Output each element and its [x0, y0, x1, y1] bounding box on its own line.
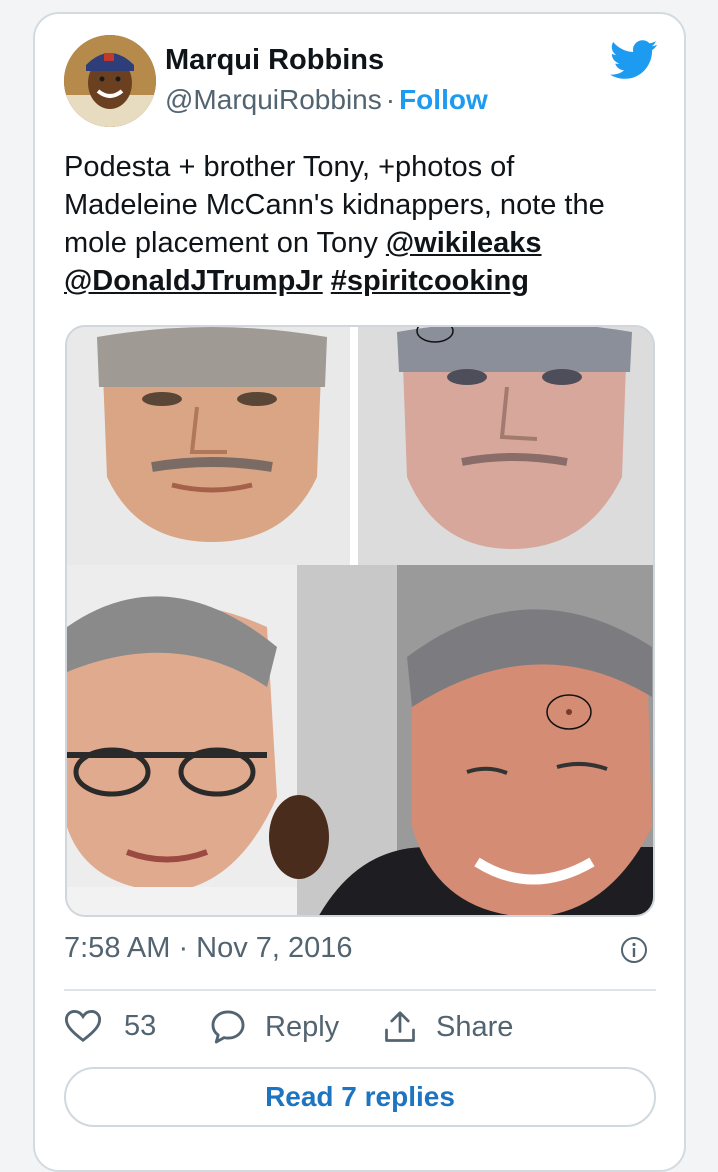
mention-wikileaks[interactable]: @wikileaks [386, 227, 542, 259]
author-handle-row: @MarquiRobbins · Follow [165, 84, 488, 116]
mention-donaldjtrumpjr[interactable]: @DonaldJTrumpJr [64, 265, 323, 297]
share-label: Share [436, 1010, 514, 1043]
read-replies-button[interactable]: Read 7 replies [64, 1067, 656, 1127]
reply-label: Reply [265, 1010, 340, 1043]
author-handle[interactable]: @MarquiRobbins [165, 84, 382, 115]
reply-button[interactable]: Reply [209, 1008, 339, 1046]
reply-bubble-icon [211, 1010, 245, 1044]
hashtag-spiritcooking[interactable]: #spiritcooking [331, 265, 529, 297]
avatar[interactable] [64, 35, 156, 127]
info-icon[interactable] [620, 936, 648, 964]
share-icon [385, 1011, 415, 1042]
tweet-text: Podesta + brother Tony, +photos of Madel… [64, 148, 654, 300]
like-button[interactable]: 53 [64, 1008, 156, 1044]
tweet-media[interactable] [65, 325, 655, 917]
media-image [67, 327, 653, 915]
separator-dot: · [385, 84, 396, 115]
heart-icon [64, 1010, 102, 1043]
twitter-bird-icon[interactable] [610, 40, 658, 80]
divider [64, 989, 656, 991]
share-button[interactable]: Share [382, 1008, 513, 1046]
follow-button[interactable]: Follow [399, 84, 488, 115]
like-count: 53 [124, 1009, 157, 1042]
tweet-timestamp[interactable]: 7:58 AM · Nov 7, 2016 [64, 932, 353, 965]
author-name[interactable]: Marqui Robbins [165, 44, 384, 77]
